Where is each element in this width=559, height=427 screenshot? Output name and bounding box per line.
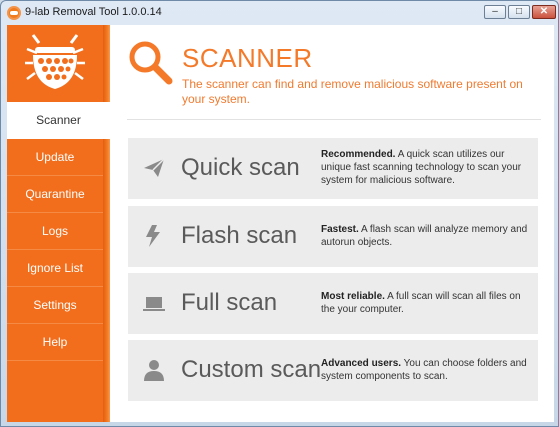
sidebar-item-scanner[interactable]: Scanner — [7, 102, 110, 139]
sidebar-item-help[interactable]: Help — [7, 324, 103, 361]
page-title: SCANNER — [182, 43, 313, 73]
flash-scan-button[interactable]: Flash scan Fastest. A flash scan will an… — [128, 206, 538, 267]
client-area: Scanner Update Quarantine Logs Ignore Li… — [7, 25, 554, 422]
maximize-button[interactable]: □ — [508, 5, 530, 19]
paper-plane-icon — [144, 158, 165, 177]
title-bar[interactable]: 9-lab Removal Tool 1.0.0.14 – □ ✕ — [1, 1, 558, 25]
page-description: The scanner can find and remove maliciou… — [182, 77, 523, 106]
lightning-icon — [146, 225, 160, 247]
sidebar-nav: Scanner Update Quarantine Logs Ignore Li… — [7, 102, 110, 361]
header-divider — [127, 119, 541, 120]
quick-scan-description: Recommended. A quick scan utilizes our u… — [321, 148, 529, 187]
quick-scan-title: Quick scan — [181, 154, 300, 181]
quick-scan-button[interactable]: Quick scan Recommended. A quick scan uti… — [128, 138, 538, 199]
minimize-button[interactable]: – — [484, 5, 506, 19]
window-title: 9-lab Removal Tool 1.0.0.14 — [25, 6, 162, 18]
full-scan-description: Most reliable. A full scan will scan all… — [321, 290, 529, 316]
custom-scan-description: Advanced users. You can choose folders a… — [321, 357, 529, 383]
quick-scan-emphasis: Recommended. — [321, 149, 396, 160]
sidebar-item-settings[interactable]: Settings — [7, 287, 103, 324]
app-window: 9-lab Removal Tool 1.0.0.14 – □ ✕ Scanne… — [0, 0, 559, 427]
custom-scan-emphasis: Advanced users. — [321, 358, 402, 369]
sidebar-item-logs[interactable]: Logs — [7, 213, 103, 250]
app-icon — [7, 6, 21, 20]
flash-scan-description: Fastest. A flash scan will analyze memor… — [321, 223, 529, 249]
search-icon — [129, 41, 173, 85]
sidebar-item-ignore-list[interactable]: Ignore List — [7, 250, 103, 287]
flash-scan-emphasis: Fastest. — [321, 224, 359, 235]
full-scan-emphasis: Most reliable. — [321, 291, 385, 302]
close-button[interactable]: ✕ — [532, 5, 556, 19]
full-scan-title: Full scan — [181, 289, 278, 316]
page-header: SCANNER The scanner can find and remove … — [127, 39, 547, 119]
custom-scan-title: Custom scan — [181, 356, 322, 383]
bug-logo-icon — [25, 34, 85, 89]
full-scan-button[interactable]: Full scan Most reliable. A full scan wil… — [128, 273, 538, 334]
custom-scan-button[interactable]: Custom scan Advanced users. You can choo… — [128, 340, 538, 401]
sidebar-item-quarantine[interactable]: Quarantine — [7, 176, 103, 213]
laptop-icon — [143, 297, 165, 311]
sidebar-item-update[interactable]: Update — [7, 139, 103, 176]
flash-scan-title: Flash scan — [181, 222, 298, 249]
user-icon — [144, 360, 164, 381]
